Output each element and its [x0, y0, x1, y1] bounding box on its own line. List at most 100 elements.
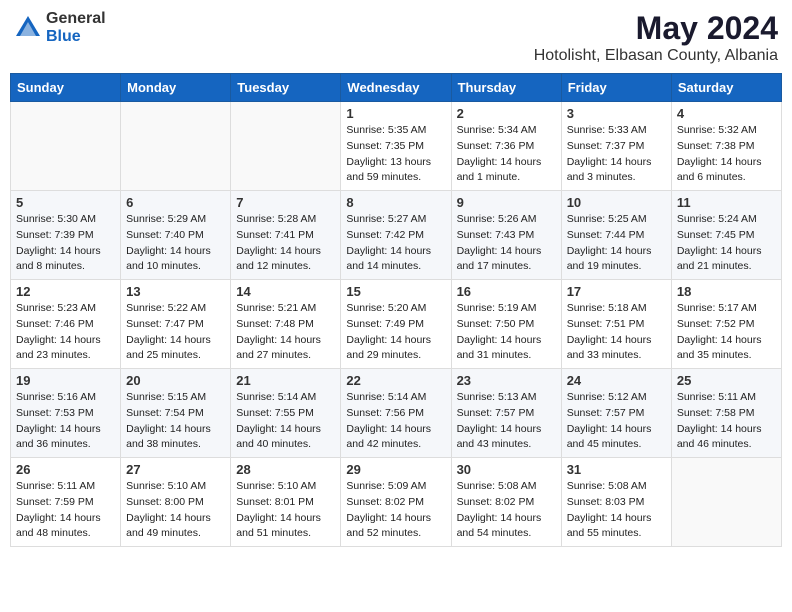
sunset-text: Sunset: 7:36 PM: [457, 140, 535, 152]
sunset-text: Sunset: 8:01 PM: [236, 496, 314, 508]
day-number: 31: [567, 462, 666, 477]
day-info: Sunrise: 5:14 AM Sunset: 7:55 PM Dayligh…: [236, 390, 335, 453]
logo: General Blue: [14, 10, 106, 45]
calendar-cell: 17 Sunrise: 5:18 AM Sunset: 7:51 PM Dayl…: [561, 280, 671, 369]
day-number: 14: [236, 284, 335, 299]
sunrise-text: Sunrise: 5:23 AM: [16, 302, 96, 314]
calendar-cell: 21 Sunrise: 5:14 AM Sunset: 7:55 PM Dayl…: [231, 369, 341, 458]
daylight-text: Daylight: 14 hours and 19 minutes.: [567, 245, 652, 273]
daylight-text: Daylight: 14 hours and 48 minutes.: [16, 512, 101, 540]
daylight-text: Daylight: 14 hours and 45 minutes.: [567, 423, 652, 451]
calendar-cell: [671, 458, 781, 547]
calendar-week-1: 1 Sunrise: 5:35 AM Sunset: 7:35 PM Dayli…: [11, 102, 782, 191]
calendar-cell: 15 Sunrise: 5:20 AM Sunset: 7:49 PM Dayl…: [341, 280, 451, 369]
daylight-text: Daylight: 14 hours and 14 minutes.: [346, 245, 431, 273]
day-number: 30: [457, 462, 556, 477]
sunrise-text: Sunrise: 5:29 AM: [126, 213, 206, 225]
calendar-cell: 19 Sunrise: 5:16 AM Sunset: 7:53 PM Dayl…: [11, 369, 121, 458]
day-info: Sunrise: 5:30 AM Sunset: 7:39 PM Dayligh…: [16, 212, 115, 275]
sunset-text: Sunset: 8:02 PM: [346, 496, 424, 508]
sunset-text: Sunset: 7:56 PM: [346, 407, 424, 419]
day-number: 11: [677, 195, 776, 210]
sunset-text: Sunset: 8:02 PM: [457, 496, 535, 508]
calendar-cell: 12 Sunrise: 5:23 AM Sunset: 7:46 PM Dayl…: [11, 280, 121, 369]
sunrise-text: Sunrise: 5:11 AM: [677, 391, 756, 403]
sunset-text: Sunset: 7:39 PM: [16, 229, 94, 241]
calendar-body: 1 Sunrise: 5:35 AM Sunset: 7:35 PM Dayli…: [11, 102, 782, 547]
calendar-cell: 20 Sunrise: 5:15 AM Sunset: 7:54 PM Dayl…: [121, 369, 231, 458]
sunrise-text: Sunrise: 5:09 AM: [346, 480, 426, 492]
day-info: Sunrise: 5:26 AM Sunset: 7:43 PM Dayligh…: [457, 212, 556, 275]
calendar-cell: 14 Sunrise: 5:21 AM Sunset: 7:48 PM Dayl…: [231, 280, 341, 369]
daylight-text: Daylight: 14 hours and 54 minutes.: [457, 512, 542, 540]
column-header-wednesday: Wednesday: [341, 74, 451, 102]
day-number: 7: [236, 195, 335, 210]
calendar-cell: 4 Sunrise: 5:32 AM Sunset: 7:38 PM Dayli…: [671, 102, 781, 191]
calendar-cell: 7 Sunrise: 5:28 AM Sunset: 7:41 PM Dayli…: [231, 191, 341, 280]
calendar-cell: 31 Sunrise: 5:08 AM Sunset: 8:03 PM Dayl…: [561, 458, 671, 547]
calendar-cell: 5 Sunrise: 5:30 AM Sunset: 7:39 PM Dayli…: [11, 191, 121, 280]
calendar-week-2: 5 Sunrise: 5:30 AM Sunset: 7:39 PM Dayli…: [11, 191, 782, 280]
sunrise-text: Sunrise: 5:12 AM: [567, 391, 647, 403]
logo-icon: [14, 14, 42, 42]
day-number: 4: [677, 106, 776, 121]
sunrise-text: Sunrise: 5:08 AM: [567, 480, 647, 492]
sunrise-text: Sunrise: 5:26 AM: [457, 213, 537, 225]
sunset-text: Sunset: 7:51 PM: [567, 318, 645, 330]
sunset-text: Sunset: 7:52 PM: [677, 318, 755, 330]
daylight-text: Daylight: 14 hours and 12 minutes.: [236, 245, 321, 273]
day-info: Sunrise: 5:28 AM Sunset: 7:41 PM Dayligh…: [236, 212, 335, 275]
day-info: Sunrise: 5:10 AM Sunset: 8:00 PM Dayligh…: [126, 479, 225, 542]
day-number: 15: [346, 284, 445, 299]
calendar-cell: 16 Sunrise: 5:19 AM Sunset: 7:50 PM Dayl…: [451, 280, 561, 369]
sunset-text: Sunset: 7:53 PM: [16, 407, 94, 419]
sunrise-text: Sunrise: 5:10 AM: [126, 480, 206, 492]
day-info: Sunrise: 5:25 AM Sunset: 7:44 PM Dayligh…: [567, 212, 666, 275]
sunset-text: Sunset: 7:57 PM: [567, 407, 645, 419]
daylight-text: Daylight: 14 hours and 49 minutes.: [126, 512, 211, 540]
logo-general: General: [46, 10, 106, 28]
day-info: Sunrise: 5:21 AM Sunset: 7:48 PM Dayligh…: [236, 301, 335, 364]
daylight-text: Daylight: 14 hours and 23 minutes.: [16, 334, 101, 362]
daylight-text: Daylight: 14 hours and 55 minutes.: [567, 512, 652, 540]
sunset-text: Sunset: 7:37 PM: [567, 140, 645, 152]
daylight-text: Daylight: 14 hours and 52 minutes.: [346, 512, 431, 540]
day-info: Sunrise: 5:23 AM Sunset: 7:46 PM Dayligh…: [16, 301, 115, 364]
sunset-text: Sunset: 7:54 PM: [126, 407, 204, 419]
day-number: 18: [677, 284, 776, 299]
calendar-cell: 6 Sunrise: 5:29 AM Sunset: 7:40 PM Dayli…: [121, 191, 231, 280]
day-info: Sunrise: 5:11 AM Sunset: 7:58 PM Dayligh…: [677, 390, 776, 453]
calendar-cell: 28 Sunrise: 5:10 AM Sunset: 8:01 PM Dayl…: [231, 458, 341, 547]
sunset-text: Sunset: 7:47 PM: [126, 318, 204, 330]
logo-blue: Blue: [46, 28, 106, 46]
calendar-cell: 23 Sunrise: 5:13 AM Sunset: 7:57 PM Dayl…: [451, 369, 561, 458]
page-header: General Blue May 2024 Hotolisht, Elbasan…: [10, 10, 782, 65]
daylight-text: Daylight: 14 hours and 40 minutes.: [236, 423, 321, 451]
day-info: Sunrise: 5:09 AM Sunset: 8:02 PM Dayligh…: [346, 479, 445, 542]
calendar-cell: 10 Sunrise: 5:25 AM Sunset: 7:44 PM Dayl…: [561, 191, 671, 280]
daylight-text: Daylight: 14 hours and 25 minutes.: [126, 334, 211, 362]
title-block: May 2024 Hotolisht, Elbasan County, Alba…: [534, 10, 778, 65]
calendar-cell: 2 Sunrise: 5:34 AM Sunset: 7:36 PM Dayli…: [451, 102, 561, 191]
location-title: Hotolisht, Elbasan County, Albania: [534, 47, 778, 65]
day-info: Sunrise: 5:08 AM Sunset: 8:03 PM Dayligh…: [567, 479, 666, 542]
sunset-text: Sunset: 7:57 PM: [457, 407, 535, 419]
calendar-cell: [231, 102, 341, 191]
calendar-cell: 11 Sunrise: 5:24 AM Sunset: 7:45 PM Dayl…: [671, 191, 781, 280]
day-number: 28: [236, 462, 335, 477]
calendar-cell: 29 Sunrise: 5:09 AM Sunset: 8:02 PM Dayl…: [341, 458, 451, 547]
sunrise-text: Sunrise: 5:20 AM: [346, 302, 426, 314]
day-info: Sunrise: 5:32 AM Sunset: 7:38 PM Dayligh…: [677, 123, 776, 186]
sunrise-text: Sunrise: 5:34 AM: [457, 124, 537, 136]
day-number: 23: [457, 373, 556, 388]
day-number: 8: [346, 195, 445, 210]
sunrise-text: Sunrise: 5:19 AM: [457, 302, 537, 314]
column-header-tuesday: Tuesday: [231, 74, 341, 102]
day-info: Sunrise: 5:14 AM Sunset: 7:56 PM Dayligh…: [346, 390, 445, 453]
calendar-cell: 30 Sunrise: 5:08 AM Sunset: 8:02 PM Dayl…: [451, 458, 561, 547]
day-number: 25: [677, 373, 776, 388]
calendar-cell: 1 Sunrise: 5:35 AM Sunset: 7:35 PM Dayli…: [341, 102, 451, 191]
sunrise-text: Sunrise: 5:28 AM: [236, 213, 316, 225]
daylight-text: Daylight: 14 hours and 36 minutes.: [16, 423, 101, 451]
calendar-cell: 25 Sunrise: 5:11 AM Sunset: 7:58 PM Dayl…: [671, 369, 781, 458]
